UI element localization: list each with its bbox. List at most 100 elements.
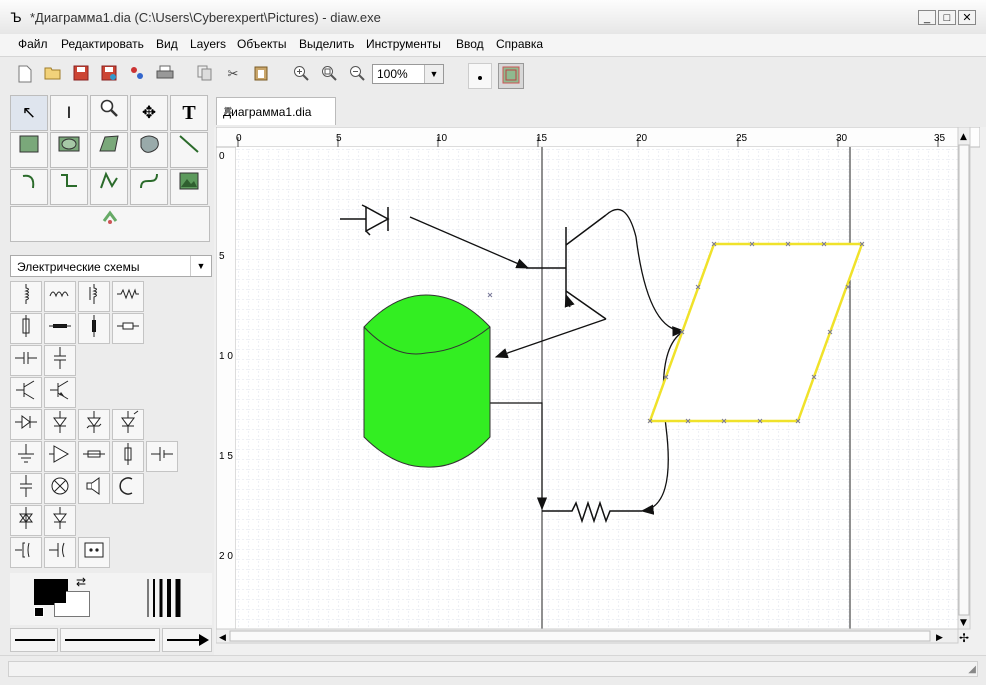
start-arrow-select[interactable]: [10, 628, 58, 652]
line-style-select[interactable]: [60, 628, 160, 652]
maximize-button[interactable]: □: [938, 10, 956, 25]
default-colors-icon[interactable]: [34, 607, 44, 617]
sheet-select[interactable]: Электрические схемы ▼: [10, 255, 212, 277]
pointer-tool[interactable]: ↖: [10, 95, 48, 131]
chevron-down-icon[interactable]: ▼: [424, 65, 443, 83]
switch-v-shape-icon[interactable]: [112, 441, 144, 472]
inductor-core-shape-icon[interactable]: [78, 281, 110, 312]
export-icon[interactable]: [128, 65, 146, 83]
zener-diode-shape-icon[interactable]: [78, 409, 110, 440]
zoom-in-icon[interactable]: [292, 65, 310, 83]
close-tab-icon[interactable]: ✖: [223, 104, 327, 118]
text-tool[interactable]: T: [170, 95, 208, 131]
copy-icon[interactable]: [196, 65, 214, 83]
print-icon[interactable]: [156, 65, 174, 83]
menu-select[interactable]: Выделить: [299, 37, 354, 51]
snap-to-grid-icon[interactable]: [468, 63, 492, 89]
diode-v-shape-icon[interactable]: [44, 409, 76, 440]
polyline-tool[interactable]: [90, 169, 128, 205]
menu-help[interactable]: Справка: [496, 37, 543, 51]
minimize-button[interactable]: _: [918, 10, 936, 25]
open-icon[interactable]: [44, 65, 62, 83]
bezier-tool[interactable]: [130, 169, 168, 205]
save-as-icon[interactable]: [100, 65, 118, 83]
end-arrow-select[interactable]: [162, 628, 212, 652]
thyristor-shape-icon[interactable]: [10, 505, 42, 536]
navigate-icon[interactable]: ✢: [959, 631, 969, 645]
zoom-fit-icon[interactable]: [320, 65, 338, 83]
cylinder-shape[interactable]: [363, 294, 491, 468]
loop-shape-icon[interactable]: [112, 473, 144, 504]
swap-colors-icon[interactable]: ⇄: [76, 575, 86, 589]
relay-contact-2-shape-icon[interactable]: [44, 537, 76, 568]
relay-contact-shape-icon[interactable]: [10, 537, 42, 568]
zigzag-tool[interactable]: [50, 169, 88, 205]
line-tool[interactable]: [170, 132, 208, 168]
connector-shape-icon[interactable]: [78, 537, 110, 568]
tab-diagram[interactable]: Диаграмма1.dia ✖: [216, 97, 336, 125]
menu-layers[interactable]: Layers: [190, 37, 226, 51]
opamp-shape-icon[interactable]: [44, 441, 76, 472]
diac-shape-icon[interactable]: [44, 505, 76, 536]
capacitor-h-shape-icon[interactable]: [10, 345, 42, 376]
horizontal-scroll-thumb[interactable]: [229, 630, 931, 642]
text-edit-tool[interactable]: I: [50, 95, 88, 131]
menu-edit[interactable]: Редактировать: [61, 37, 144, 51]
resize-grip-icon[interactable]: ◢: [968, 664, 976, 675]
window-title: *Диаграмма1.dia (C:\Users\Cyberexpert\Pi…: [30, 10, 381, 25]
show-grid-icon[interactable]: [498, 63, 524, 89]
menu-view[interactable]: Вид: [156, 37, 178, 51]
save-icon[interactable]: [72, 65, 90, 83]
menu-input[interactable]: Ввод: [456, 37, 484, 51]
polygon-tool[interactable]: [90, 132, 128, 168]
fuse-filled-shape-icon[interactable]: [78, 313, 110, 344]
ground-shape-icon[interactable]: [10, 441, 42, 472]
resistor-box-shape-icon[interactable]: [44, 313, 76, 344]
lamp-shape-icon[interactable]: [78, 441, 110, 472]
capacitor-polar-shape-icon[interactable]: [10, 473, 42, 504]
transistor-pnp-shape-icon[interactable]: [44, 377, 76, 408]
fuse-shape-icon[interactable]: [10, 313, 42, 344]
menu-tools[interactable]: Инструменты: [366, 37, 441, 51]
vertical-scroll-thumb[interactable]: [958, 144, 970, 616]
zoom-select[interactable]: 100% ▼: [372, 64, 444, 84]
paste-icon[interactable]: [252, 65, 270, 83]
resistor-shape-icon[interactable]: [112, 313, 144, 344]
image-tool[interactable]: [170, 169, 208, 205]
outline-tool[interactable]: [10, 206, 210, 242]
scroll-down-icon[interactable]: ▼: [960, 618, 967, 628]
ruler-top-label-35: 35: [934, 133, 946, 144]
canvas-area[interactable]: 0 5 10 15 20 25 30 35 0 5 1 0 1 5 2 0 ▲ …: [215, 126, 981, 647]
transistor-npn-shape-icon[interactable]: [10, 377, 42, 408]
close-button[interactable]: ✕: [958, 10, 976, 25]
diagram-canvas[interactable]: 0 5 10 15 20 25 30 35 0 5 1 0 1 5 2 0 ▲ …: [215, 126, 981, 647]
zoom-value: 100%: [377, 67, 408, 81]
lamp-cross-shape-icon[interactable]: [44, 473, 76, 504]
led-diode-shape-icon[interactable]: [112, 409, 144, 440]
inductor-shape-icon[interactable]: [10, 281, 42, 312]
menu-file[interactable]: Файл: [18, 37, 48, 51]
coil-shape-icon[interactable]: [44, 281, 76, 312]
arc-tool[interactable]: [10, 169, 48, 205]
diode-h-shape-icon[interactable]: [10, 409, 42, 440]
ruler-top-label-0: 0: [236, 133, 242, 144]
zoom-out-icon[interactable]: [348, 65, 366, 83]
beziergon-tool[interactable]: [130, 132, 168, 168]
speaker-shape-icon[interactable]: [78, 473, 110, 504]
box-tool[interactable]: [10, 132, 48, 168]
ruler-top-label-20: 20: [636, 133, 648, 144]
cut-icon[interactable]: ✂: [224, 65, 242, 83]
magnify-tool[interactable]: [90, 95, 128, 131]
new-icon[interactable]: [16, 65, 34, 83]
scroll-right-icon[interactable]: ▶: [936, 633, 943, 643]
menu-objects[interactable]: Объекты: [237, 37, 287, 51]
battery-shape-icon[interactable]: [146, 441, 178, 472]
line-width-icon[interactable]: [142, 577, 186, 619]
resistor-zigzag-shape-icon[interactable]: [112, 281, 144, 312]
scroll-left-icon[interactable]: ◀: [219, 633, 226, 643]
capacitor-v-shape-icon[interactable]: [44, 345, 76, 376]
chevron-down-icon[interactable]: ▼: [190, 256, 211, 276]
scroll-up-icon[interactable]: ▲: [960, 132, 967, 142]
move-tool[interactable]: ✥: [130, 95, 168, 131]
ellipse-tool[interactable]: [50, 132, 88, 168]
